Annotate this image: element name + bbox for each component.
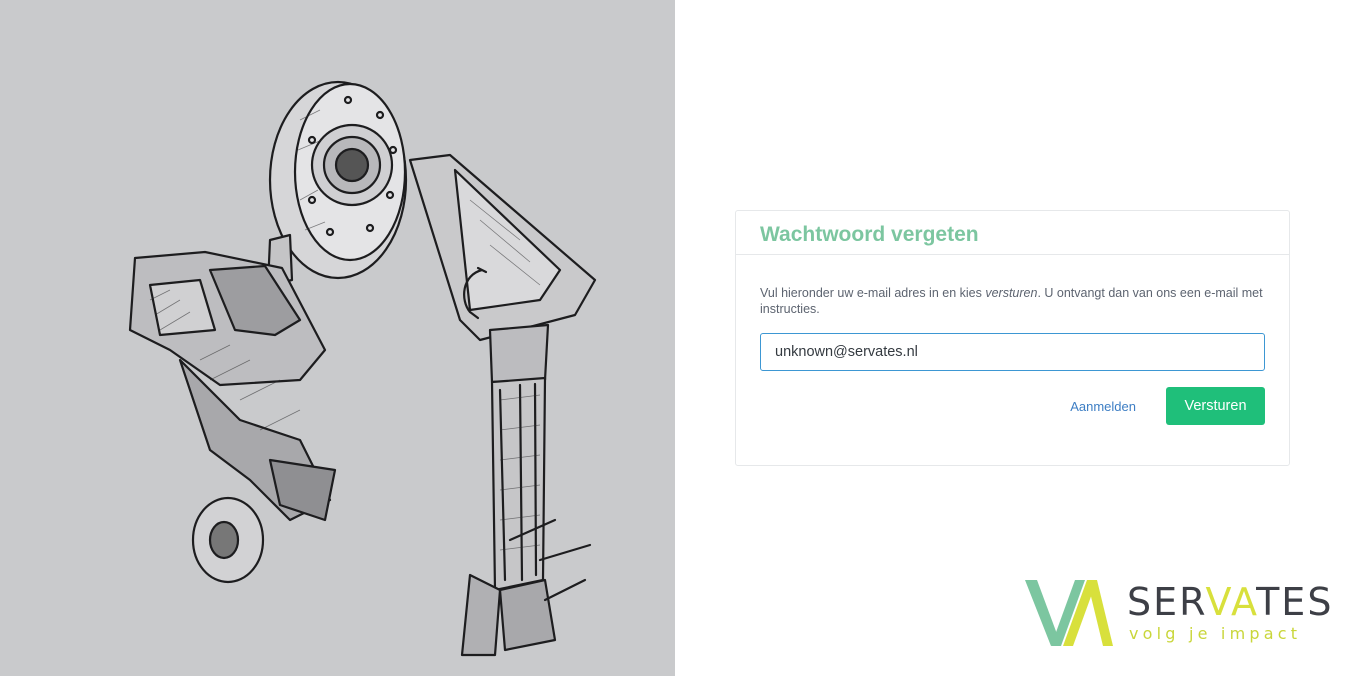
servates-logo: SERVATES volg je impact	[1023, 576, 1331, 650]
instructions-emphasis: versturen	[985, 286, 1038, 300]
logo-tagline: volg je impact	[1129, 624, 1302, 643]
logo-word-suffix: TES	[1256, 580, 1334, 624]
email-field[interactable]	[760, 333, 1265, 371]
logo-wordmark: SERVATES	[1127, 580, 1333, 624]
login-page: Wachtwoord vergeten Vul hieronder uw e-m…	[0, 0, 1350, 676]
login-link[interactable]: Aanmelden	[1070, 399, 1136, 414]
send-button[interactable]: Versturen	[1166, 387, 1265, 425]
form-panel: Wachtwoord vergeten Vul hieronder uw e-m…	[675, 0, 1350, 676]
robot-sketch-illustration	[128, 80, 597, 657]
instructions-part-1: Vul hieronder uw e-mail adres in en kies	[760, 286, 986, 300]
form-actions: Aanmelden Versturen	[760, 387, 1265, 425]
forgot-password-card: Wachtwoord vergeten Vul hieronder uw e-m…	[735, 210, 1290, 466]
logo-word-a: A	[1231, 580, 1257, 624]
logo-word-prefix: SER	[1127, 580, 1206, 624]
card-title: Wachtwoord vergeten	[760, 222, 979, 246]
instructions-text: Vul hieronder uw e-mail adres in en kies…	[760, 285, 1265, 317]
card-body: Vul hieronder uw e-mail adres in en kies…	[736, 255, 1289, 425]
servates-logo-mark-icon	[1025, 580, 1113, 646]
logo-word-v: V	[1205, 580, 1232, 624]
card-header: Wachtwoord vergeten	[736, 211, 1289, 255]
illustration-panel	[0, 0, 675, 676]
